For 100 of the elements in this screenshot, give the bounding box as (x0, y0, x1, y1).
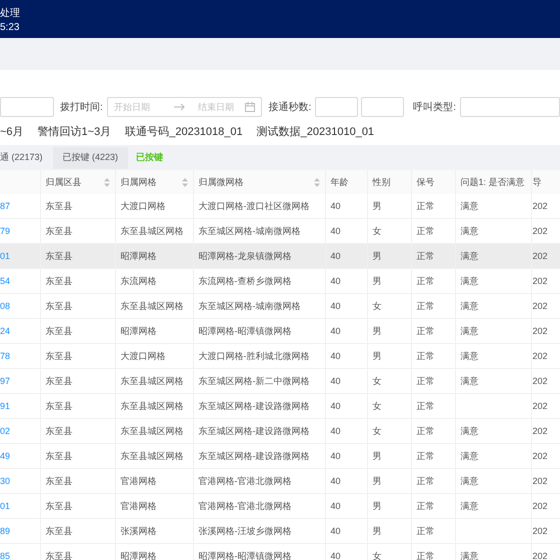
table-cell: 满意 (455, 418, 531, 444)
table-cell: 男 (367, 518, 411, 544)
table-cell: 东至县 (40, 394, 115, 418)
table-cell: 正常 (411, 394, 455, 418)
table-cell: 东至县 (40, 494, 115, 518)
table-cell: 正常 (411, 268, 455, 294)
table-cell: 正常 (411, 318, 455, 344)
table-cell: 男 (367, 318, 411, 344)
table-cell: 东至县 (40, 244, 115, 268)
sort-icon[interactable] (182, 178, 188, 187)
table-cell: 东至县 (40, 444, 115, 468)
table-cell: 满意 (455, 368, 531, 394)
batch-link[interactable]: 联通号码_20231018_01 (125, 124, 243, 138)
id-link[interactable]: 49 (0, 444, 40, 468)
table-cell: 40 (325, 394, 367, 418)
table-cell: 正常 (411, 468, 455, 494)
table-cell: 202 (531, 518, 560, 544)
sort-icon[interactable] (314, 178, 320, 187)
id-link[interactable]: 91 (0, 394, 40, 418)
table-cell: 202 (531, 344, 560, 368)
id-link[interactable]: 87 (0, 194, 40, 218)
table-cell: 官港网格-官港北微网格 (193, 494, 325, 518)
table-cell: 女 (367, 368, 411, 394)
table-cell: 女 (367, 394, 411, 418)
id-link[interactable]: 01 (0, 494, 40, 518)
table-cell: 东流网格-查桥乡微网格 (193, 268, 325, 294)
id-link[interactable]: 89 (0, 518, 40, 544)
table-cell: 正常 (411, 368, 455, 394)
table-cell: 40 (325, 418, 367, 444)
filter-label: 拨打时间: (60, 100, 103, 114)
table-cell: 202 (531, 318, 560, 344)
table-cell: 40 (325, 518, 367, 544)
table-cell: 满意 (455, 468, 531, 494)
table-cell: 40 (325, 318, 367, 344)
table-cell: 男 (367, 494, 411, 518)
table-cell: 满意 (455, 494, 531, 518)
batch-link[interactable]: ~6月 (0, 124, 24, 138)
table-cell: 东至县城区网格 (115, 444, 193, 468)
table-cell: 202 (531, 444, 560, 468)
batch-link[interactable]: 警情回访1~3月 (38, 124, 112, 138)
sort-icon[interactable] (104, 178, 110, 187)
table-cell: 昭潭网格-昭潭镇微网格 (193, 544, 325, 560)
table-cell: 40 (325, 194, 367, 218)
table-cell: 正常 (411, 444, 455, 468)
id-link[interactable]: 78 (0, 344, 40, 368)
id-link[interactable]: 97 (0, 368, 40, 394)
id-link[interactable]: 85 (0, 544, 40, 560)
table-cell: 东至城区网格-建设路微网格 (193, 444, 325, 468)
table-cell: 东至县 (40, 318, 115, 344)
table-cell: 男 (367, 244, 411, 268)
id-link[interactable]: 24 (0, 318, 40, 344)
table-cell: 官港网格 (115, 468, 193, 494)
table-cell: 昭潭网格 (115, 244, 193, 268)
table-cell: 40 (325, 244, 367, 268)
table-cell: 满意 (455, 344, 531, 368)
column-label: 保号 (416, 176, 434, 186)
tab[interactable]: 通 (22173) (0, 146, 53, 168)
select-field[interactable] (460, 97, 560, 117)
table-cell: 东至县 (40, 344, 115, 368)
input-field[interactable] (315, 97, 358, 117)
table-cell: 昭潭网格 (115, 544, 193, 560)
table-cell: 东至县 (40, 194, 115, 218)
column-label: 归属微网格 (198, 176, 244, 186)
column-label: 年龄 (330, 176, 348, 186)
table-cell: 满意 (455, 318, 531, 344)
table-cell: 男 (367, 444, 411, 468)
table-cell: 东至县城区网格 (115, 418, 193, 444)
batch-link[interactable]: 测试数据_20231010_01 (256, 124, 374, 138)
input-field[interactable] (0, 97, 54, 117)
table-cell: 官港网格 (115, 494, 193, 518)
end-date-placeholder: 结束日期 (198, 100, 234, 114)
table-cell: 大渡口网格 (115, 194, 193, 218)
id-link[interactable]: 54 (0, 268, 40, 294)
table-cell: 正常 (411, 244, 455, 268)
input-field[interactable] (361, 97, 404, 117)
table-cell: 满意 (455, 544, 531, 560)
date-range-field[interactable]: 开始日期 结束日期 (106, 97, 262, 117)
tab[interactable]: 已按键 (4223) (52, 146, 128, 168)
table-cell: 东至县 (40, 268, 115, 294)
table-cell: 东至城区网格-新二中微网格 (193, 368, 325, 394)
filter-label: 呼叫类型: (413, 100, 456, 114)
table-cell: 男 (367, 468, 411, 494)
table-cell: 东至县城区网格 (115, 294, 193, 318)
id-link[interactable]: 30 (0, 468, 40, 494)
table-cell: 40 (325, 344, 367, 368)
table-cell: 40 (325, 468, 367, 494)
table-cell: 东至城区网格-城南微网格 (193, 294, 325, 318)
table-cell: 202 (531, 244, 560, 268)
table-cell: 正常 (411, 544, 455, 560)
column-label: 导 (532, 176, 542, 186)
id-link[interactable]: 08 (0, 294, 40, 318)
table-cell: 女 (367, 418, 411, 444)
table-cell: 东至县 (40, 368, 115, 394)
id-link[interactable]: 02 (0, 418, 40, 444)
filter-label: 接通秒数: (268, 100, 312, 114)
table-cell: 40 (325, 268, 367, 294)
table-cell: 东至县城区网格 (115, 394, 193, 418)
id-link[interactable]: 01 (0, 244, 40, 268)
column-label: 归属区县 (46, 176, 82, 186)
column-label: 归属网格 (120, 176, 156, 186)
